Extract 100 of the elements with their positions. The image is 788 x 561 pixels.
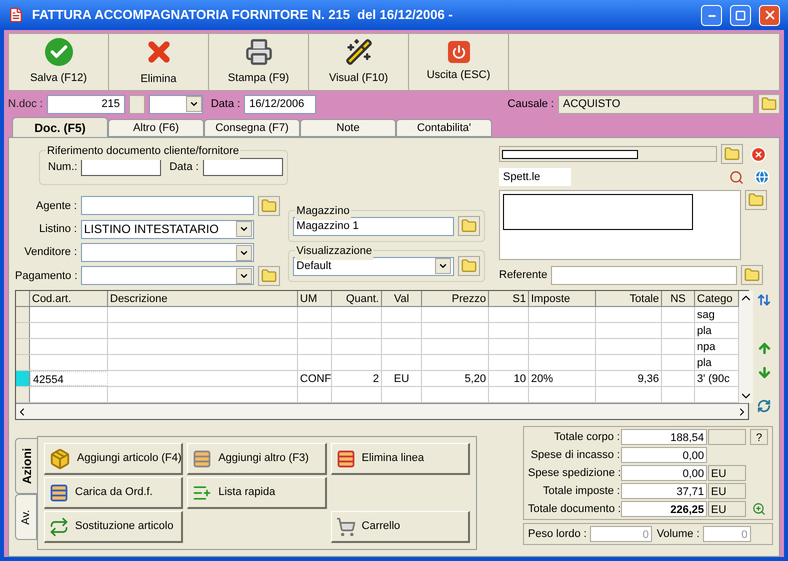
input-field[interactable]: Magazzino 1 <box>293 216 454 236</box>
dropdown-field[interactable] <box>81 266 254 286</box>
arrow-down-icon <box>756 364 772 380</box>
dropdown-field[interactable] <box>81 243 254 262</box>
total-value: 37,71 <box>621 483 707 499</box>
action-button[interactable]: Sostituzione articolo <box>44 511 184 543</box>
total-value: 0,00 <box>621 447 707 463</box>
dropdown-field[interactable]: LISTINO INTESTATARIO <box>81 220 254 239</box>
field-label: Num.: <box>48 160 78 176</box>
row-indicator[interactable] <box>16 371 30 386</box>
column-header[interactable]: Val <box>382 291 422 306</box>
field-label: Venditore : <box>23 245 77 260</box>
folder-button[interactable] <box>458 216 480 236</box>
column-header[interactable]: Imposte <box>529 291 596 306</box>
action-button[interactable]: Aggiungi altro (F3) <box>187 443 327 475</box>
referente-field[interactable] <box>551 266 738 284</box>
folder-button[interactable] <box>458 256 480 276</box>
field-label: Pagamento : <box>15 268 77 284</box>
table-cell: 9,36 <box>596 371 662 386</box>
folder-button[interactable] <box>721 144 743 164</box>
row-indicator[interactable] <box>16 387 30 402</box>
help-button[interactable]: ? <box>750 429 768 445</box>
column-header[interactable]: Quant. <box>332 291 382 306</box>
column-header[interactable]: S1 <box>489 291 529 306</box>
num-field[interactable] <box>81 158 162 176</box>
group-title: Visualizzazione <box>295 243 374 260</box>
address-box[interactable] <box>499 190 741 260</box>
maximize-button[interactable] <box>730 4 751 26</box>
group-title: Magazzino <box>295 203 351 220</box>
folder-button[interactable] <box>741 265 764 285</box>
toolbar-button[interactable]: Uscita (ESC) <box>409 34 509 90</box>
tab[interactable]: Note <box>300 119 396 137</box>
action-button[interactable]: Elimina linea <box>330 443 470 475</box>
folder-icon <box>461 218 477 234</box>
column-header[interactable]: NS <box>662 291 695 306</box>
action-button[interactable]: Lista rapida <box>187 477 327 509</box>
zoom-icon <box>752 502 766 516</box>
folder-button[interactable] <box>258 266 280 286</box>
column-header[interactable]: UM <box>298 291 332 306</box>
dropdown-field[interactable]: Default <box>293 256 454 276</box>
group-title: Riferimento documento cliente/fornitore <box>46 143 240 160</box>
volume-field: 0 <box>702 526 751 542</box>
toolbar-button[interactable]: Salva (F12) <box>9 34 109 90</box>
folder-button[interactable] <box>258 196 280 216</box>
row-indicator[interactable] <box>16 323 30 338</box>
field-label: Peso lordo : <box>528 526 587 542</box>
column-header[interactable]: Cod.art. <box>30 291 108 306</box>
field-label: Data : <box>169 160 199 176</box>
swap-icon <box>49 516 69 536</box>
column-header[interactable]: Totale <box>596 291 662 306</box>
toolbar-button[interactable]: Visual (F10) <box>309 34 409 90</box>
action-button[interactable]: Carrello <box>330 511 470 543</box>
minimize-button[interactable] <box>701 4 722 26</box>
magic-wand-icon <box>344 38 372 66</box>
date-field[interactable] <box>202 158 283 176</box>
row-indicator[interactable] <box>16 307 30 322</box>
ndoc-field[interactable]: 215 <box>46 94 125 114</box>
grid-check-icon <box>49 482 69 502</box>
field-label: Listino : <box>38 222 77 238</box>
column-header[interactable]: Prezzo <box>422 291 489 306</box>
table-cell: 5,20 <box>422 371 489 386</box>
action-button[interactable]: Aggiungi articolo (F4) <box>44 443 184 475</box>
tab[interactable]: Contabilita' <box>396 119 492 137</box>
field-label: N.doc : <box>8 96 43 112</box>
maximize-icon <box>735 10 746 20</box>
close-button[interactable] <box>759 4 780 26</box>
table-cell: 2 <box>332 371 382 386</box>
weight-field: 0 <box>590 526 652 542</box>
column-header[interactable]: Descrizione <box>108 291 298 306</box>
up-down-arrow-icon <box>757 293 771 307</box>
tab[interactable]: Altro (F6) <box>108 119 204 137</box>
toolbar-button[interactable]: Stampa (F9) <box>209 34 309 90</box>
field-label: Causale : <box>508 96 554 112</box>
total-label: Spese di incasso : <box>530 448 620 463</box>
row-indicator[interactable] <box>16 339 30 354</box>
side-tab[interactable]: Azioni <box>15 438 37 494</box>
close-icon <box>762 8 776 22</box>
salutation-field[interactable]: Spett.le <box>499 168 571 186</box>
field-label: Agente : <box>35 198 77 214</box>
toolbar-button[interactable]: Elimina <box>109 34 209 90</box>
tab[interactable]: Doc. (F5) <box>12 117 108 137</box>
row-indicator[interactable] <box>16 355 30 370</box>
folder-button[interactable] <box>758 94 780 114</box>
table-cell: CONF <box>298 371 332 386</box>
side-tab[interactable]: Av. <box>15 494 37 540</box>
action-button[interactable]: Carica da Ord.f. <box>44 477 184 509</box>
tab[interactable]: Consegna (F7) <box>204 119 300 137</box>
total-label: Totale documento : <box>528 502 620 517</box>
power-icon <box>448 40 470 63</box>
input-field[interactable] <box>81 196 254 216</box>
grid-add-icon <box>192 448 212 468</box>
folder-button[interactable] <box>745 190 767 210</box>
name-field[interactable] <box>499 146 717 162</box>
unit-field: EU <box>708 501 746 517</box>
zoom-button[interactable] <box>750 501 768 517</box>
caret-icon <box>236 268 252 284</box>
vertical-scrollbar[interactable] <box>739 291 753 403</box>
date-field[interactable]: 16/12/2006 <box>244 94 316 114</box>
app-icon <box>8 7 24 23</box>
causale-field[interactable]: ACQUISTO <box>558 94 754 114</box>
